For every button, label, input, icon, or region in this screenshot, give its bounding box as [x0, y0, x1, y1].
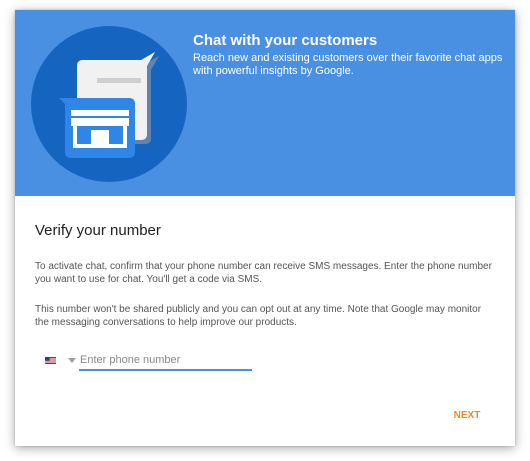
hero-subtitle: Reach new and existing customers over th…: [193, 52, 503, 77]
us-flag-icon[interactable]: [45, 357, 56, 364]
hero-banner: Chat with your customers Reach new and e…: [15, 10, 515, 196]
hero-text: Chat with your customers Reach new and e…: [193, 32, 503, 78]
chat-store-illustration: [31, 26, 187, 182]
hero-title: Chat with your customers: [193, 32, 378, 49]
privacy-text: This number won't be shared publicly and…: [35, 304, 482, 328]
storefront-icon: [59, 98, 135, 158]
page-title: Verify your number: [35, 222, 161, 239]
next-button[interactable]: NEXT: [445, 406, 489, 426]
verify-number-dialog: Chat with your customers Reach new and e…: [15, 10, 515, 446]
instructions-text: To activate chat, confirm that your phon…: [35, 261, 492, 285]
country-dropdown-chevron-icon[interactable]: [68, 358, 76, 363]
phone-number-row: [45, 350, 285, 374]
phone-number-input[interactable]: [79, 350, 252, 371]
